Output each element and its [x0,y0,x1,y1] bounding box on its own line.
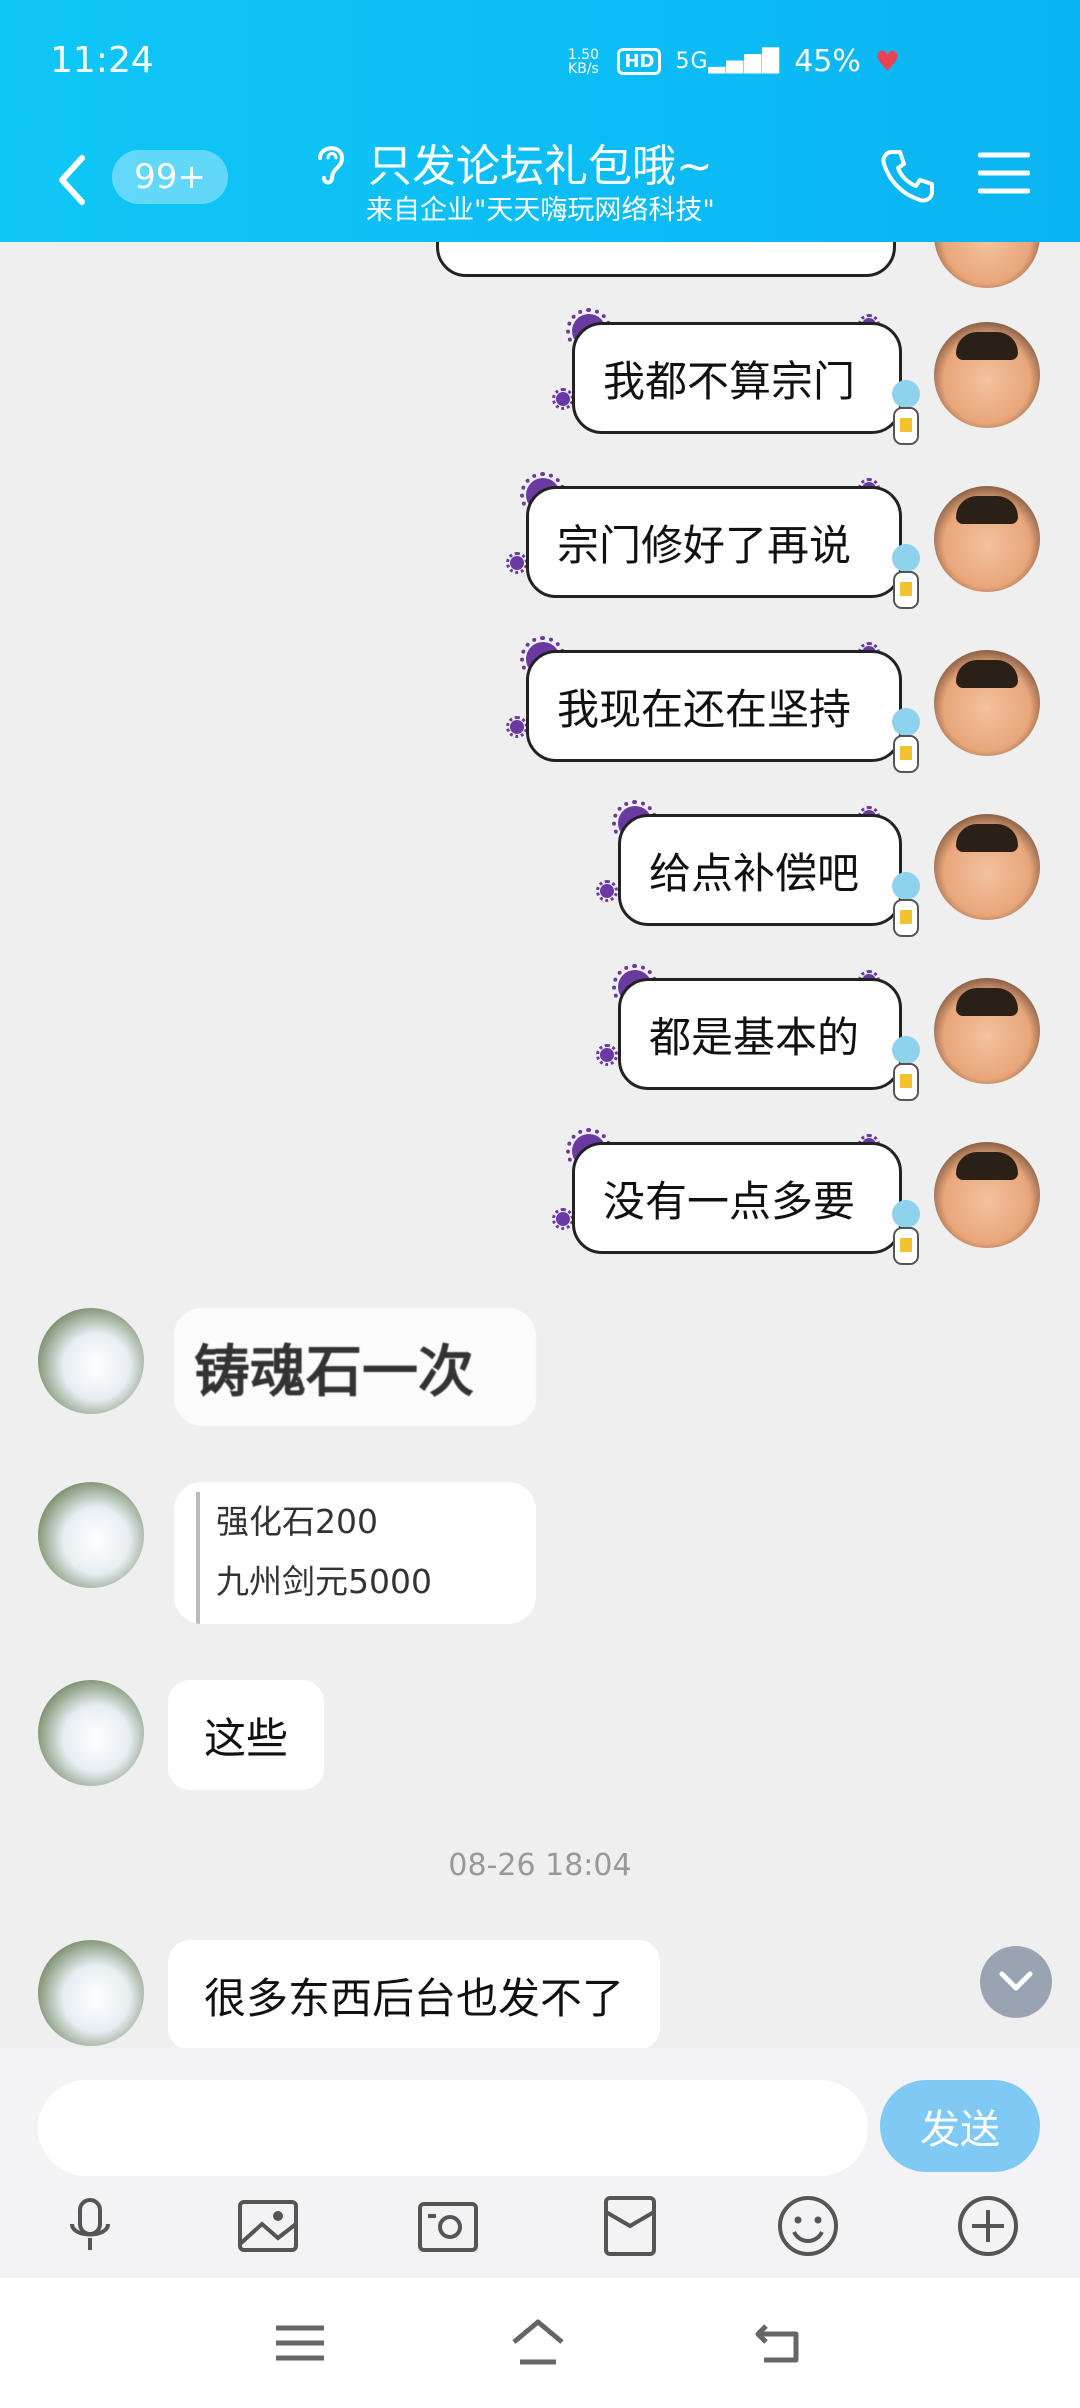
virus-decoration-icon [552,388,574,410]
scroll-to-bottom-button[interactable] [980,1946,1052,2018]
avatar[interactable] [934,814,1040,920]
card-content: 强化石200 九州剑元5000 上古剑元十五 [196,1492,536,1624]
doctor-sticker-icon [892,544,920,609]
emoji-icon[interactable] [776,2194,840,2258]
doctor-sticker-icon [892,380,920,445]
message-timestamp: 08-26 18:04 [448,1848,632,1883]
microphone-icon[interactable] [58,2194,122,2258]
image-icon[interactable] [236,2194,300,2258]
quoted-text-card[interactable]: 强化石200 九州剑元5000 上古剑元十五 [174,1482,536,1624]
avatar[interactable] [934,1142,1040,1248]
input-bar: 发送 [0,2048,1080,2278]
battery-level: 45% [794,44,861,79]
chevron-down-icon [999,1971,1033,1991]
message-list[interactable]: 我都不算宗门 宗门修好了再说 我现在还在坚持 给点补偿吧 都是基本的 没有一点多… [0,242,1080,2048]
virus-decoration-icon [596,1044,618,1066]
doctor-sticker-icon [892,708,920,773]
message-bubble[interactable]: 宗门修好了再说 [526,486,902,598]
avatar[interactable] [934,242,1040,288]
back-icon[interactable] [52,150,92,210]
chat-title[interactable]: 只发论坛礼包哦~ [368,130,713,194]
avatar[interactable] [38,1308,144,1414]
send-button[interactable]: 发送 [880,2080,1040,2172]
virus-decoration-icon [552,1208,574,1230]
card-line: 上古剑元十五 [216,1612,536,1624]
doctor-sticker-icon [892,1036,920,1101]
signal-icon: 5G▂▄▆█ [675,49,781,74]
doctor-sticker-icon [892,872,920,937]
menu-icon[interactable] [978,150,1030,196]
home-icon[interactable] [510,2318,566,2368]
virus-decoration-icon [506,552,528,574]
network-speed: 1.50 KB/s [567,46,600,77]
message-bubble[interactable]: 都是基本的 [618,978,902,1090]
virus-decoration-icon [506,716,528,738]
plus-icon[interactable] [956,2194,1020,2258]
unread-badge[interactable]: 99+ [112,150,228,204]
message-bubble[interactable]: 很多东西后台也发不了 [168,1940,661,2048]
avatar[interactable] [38,1940,144,2046]
system-navigation-bar [0,2278,1080,2408]
sticker-image[interactable]: 铸魂石一次 [174,1308,536,1426]
message-bubble[interactable]: 给点补偿吧 [618,814,902,926]
message-bubble[interactable]: 我都不算宗门 [572,322,902,434]
avatar[interactable] [934,978,1040,1084]
message-bubble-partial [436,242,896,277]
avatar[interactable] [934,322,1040,428]
card-line: 强化石200 [216,1502,378,1541]
back-nav-icon[interactable] [752,2318,808,2368]
avatar[interactable] [934,650,1040,756]
message-bubble[interactable]: 我现在还在坚持 [526,650,902,762]
message-bubble[interactable]: 这些 [168,1680,325,1790]
hd-icon: HD [617,48,662,75]
card-line: 九州剑元5000 [216,1562,432,1601]
chat-subtitle: 来自企业"天天嗨玩网络科技" [366,195,715,226]
message-bubble[interactable]: 没有一点多要 [572,1142,902,1254]
avatar[interactable] [38,1482,144,1588]
avatar[interactable] [934,486,1040,592]
chat-header: 11:24 1.50 KB/s HD 5G▂▄▆█ 45% ♥ 99+ 只发论坛… [0,0,1080,242]
virus-decoration-icon [596,880,618,902]
status-icons: 1.50 KB/s HD 5G▂▄▆█ 45% ♥ [563,44,900,79]
message-input[interactable] [38,2080,868,2176]
recent-apps-icon[interactable] [272,2318,328,2368]
ear-icon [318,146,345,185]
phone-icon[interactable] [880,148,936,204]
status-time: 11:24 [50,40,154,81]
avatar[interactable] [38,1680,144,1786]
red-packet-icon[interactable] [598,2194,662,2258]
camera-icon[interactable] [416,2194,480,2258]
heart-icon: ♥ [874,45,900,78]
doctor-sticker-icon [892,1200,920,1265]
